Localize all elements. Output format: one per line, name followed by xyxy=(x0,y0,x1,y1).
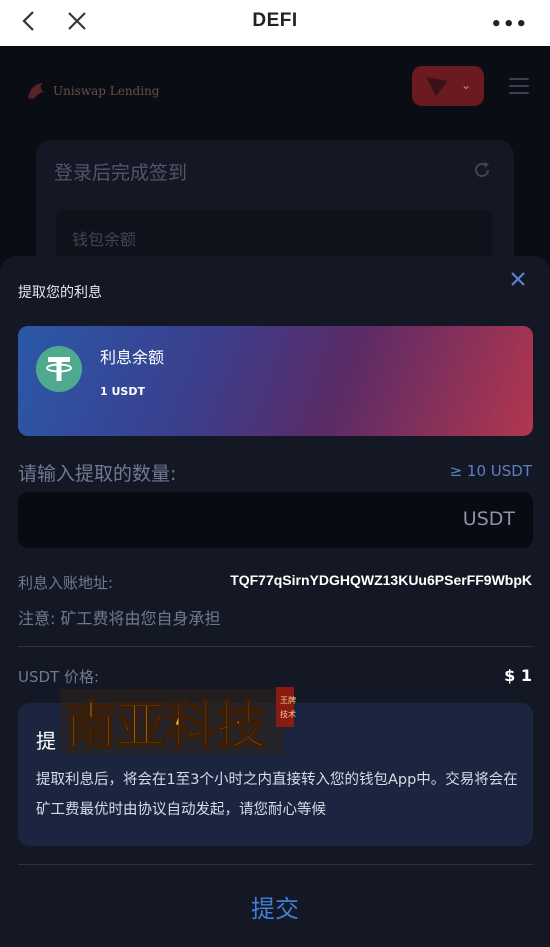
svg-text:技术: 技术 xyxy=(280,709,296,719)
amount-input-field[interactable]: USDT xyxy=(18,492,533,548)
chevron-down-icon: ⌄ xyxy=(460,78,471,92)
tether-icon xyxy=(36,346,82,392)
app-logo: Uniswap Lending xyxy=(25,80,160,102)
menu-icon[interactable] xyxy=(509,78,529,99)
refresh-icon[interactable] xyxy=(472,160,492,180)
minimum-amount: ≥ 10 USDT xyxy=(449,462,532,480)
wallet-balance-label: 钱包余额 xyxy=(72,230,137,249)
address-label: 利息入账地址: xyxy=(18,574,114,592)
network-selector[interactable]: ⌄ xyxy=(412,66,484,106)
fee-note: 注意: 矿工费将由您自身承担 xyxy=(18,609,221,628)
divider xyxy=(18,646,533,647)
address-value: TQF77qSirnYDGHQWZ13KUu6PSerFF9WbpK xyxy=(230,572,532,588)
watermark-logo: 南亚科技 王牌 技术 xyxy=(60,687,296,756)
submit-button[interactable]: 提交 xyxy=(0,884,550,928)
unicorn-logo-icon xyxy=(28,83,44,99)
balance-label: 利息余额 xyxy=(100,348,165,367)
page-title: DEFI xyxy=(252,10,298,31)
divider xyxy=(18,864,533,865)
top-navigation-bar: DEFI ••• xyxy=(0,0,550,46)
balance-value: 1 USDT xyxy=(100,385,145,398)
price-value: $ 1 xyxy=(504,666,532,685)
info-heading: 提 xyxy=(36,729,56,753)
checkin-title: 登录后完成签到 xyxy=(54,162,188,184)
interest-balance-card: 利息余额 1 USDT xyxy=(18,326,533,436)
amount-input[interactable] xyxy=(18,492,438,548)
tron-icon xyxy=(426,77,448,96)
more-options-icon[interactable]: ••• xyxy=(490,14,528,35)
close-icon[interactable] xyxy=(510,271,526,287)
logo-text: Uniswap Lending xyxy=(53,84,160,98)
svg-text:王牌: 王牌 xyxy=(280,695,296,705)
amount-label: 请输入提取的数量: xyxy=(18,463,177,485)
sheet-title: 提取您的利息 xyxy=(18,285,102,301)
withdraw-sheet: 提取您的利息 利息余额 1 USDT 请输入提取的数量: ≥ 10 USDT U… xyxy=(0,256,550,947)
amount-unit: USDT xyxy=(462,508,515,530)
info-text: 提取利息后，将会在1至3个小时之内直接转入您的钱包App中。交易将会在矿工费最优… xyxy=(36,772,518,818)
svg-text:南亚科技: 南亚科技 xyxy=(66,696,266,755)
background-page: Uniswap Lending ⌄ 登录后完成签到 钱包余额 xyxy=(0,46,550,340)
